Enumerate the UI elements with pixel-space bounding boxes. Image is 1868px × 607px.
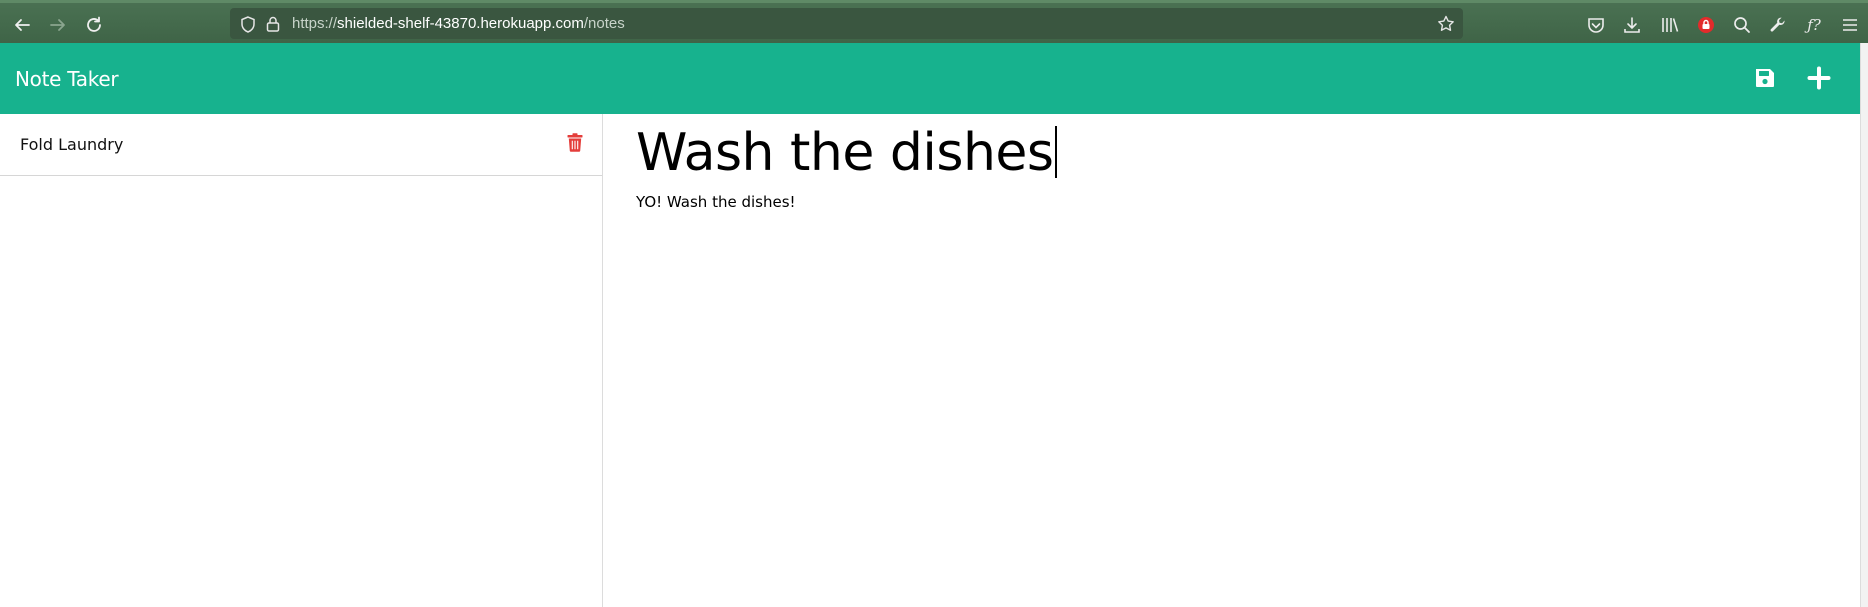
notes-list: Fold Laundry — [0, 114, 603, 607]
browser-toolbar: https://shielded-shelf-43870.herokuapp.c… — [0, 0, 1868, 43]
url-prefix: https:// — [292, 15, 338, 32]
trash-icon — [567, 132, 583, 152]
url-text[interactable]: https://shielded-shelf-43870.herokuapp.c… — [292, 15, 625, 32]
pocket-button[interactable] — [1584, 13, 1608, 37]
extension-button[interactable] — [1694, 13, 1718, 37]
pocket-icon — [1588, 17, 1604, 33]
library-button[interactable] — [1658, 13, 1682, 37]
search-icon — [1734, 17, 1750, 33]
save-note-button[interactable] — [1750, 63, 1780, 93]
lock-icon[interactable] — [264, 15, 282, 33]
reload-button[interactable] — [80, 11, 108, 39]
delete-note-button[interactable] — [565, 131, 585, 153]
hamburger-menu-icon — [1843, 19, 1857, 31]
download-icon — [1624, 17, 1640, 33]
devtools-button[interactable] — [1766, 13, 1790, 37]
note-title-text: Wash the dishes — [636, 123, 1054, 183]
back-button[interactable] — [8, 11, 36, 39]
arrow-right-icon — [50, 19, 65, 31]
reload-icon — [87, 16, 101, 32]
extension-lock-icon — [1698, 17, 1714, 33]
star-icon[interactable] — [1437, 15, 1455, 33]
save-icon — [1756, 69, 1774, 87]
function-button[interactable]: ƒ? — [1802, 13, 1826, 37]
scrollbar[interactable] — [1860, 43, 1868, 607]
app-navbar: Note Taker — [0, 43, 1860, 114]
shield-icon[interactable] — [239, 15, 257, 33]
plus-icon — [1807, 66, 1831, 90]
list-item[interactable]: Fold Laundry — [0, 114, 602, 176]
downloads-button[interactable] — [1620, 13, 1644, 37]
library-icon — [1662, 18, 1679, 32]
menu-button[interactable] — [1838, 13, 1862, 37]
note-text-area[interactable]: YO! Wash the dishes! — [636, 193, 796, 211]
url-path: /notes — [583, 15, 625, 32]
new-note-button[interactable] — [1804, 63, 1834, 93]
note-title[interactable]: Fold Laundry — [20, 135, 123, 154]
wrench-icon — [1770, 17, 1785, 32]
url-domain: shielded-shelf-43870.herokuapp.com — [337, 15, 584, 32]
address-bar[interactable]: https://shielded-shelf-43870.herokuapp.c… — [230, 8, 1463, 39]
text-caret — [1054, 126, 1057, 178]
note-title-input[interactable]: Wash the dishes — [636, 121, 1057, 185]
app-title[interactable]: Note Taker — [15, 67, 119, 91]
arrow-left-icon — [15, 19, 30, 31]
forward-button[interactable] — [44, 11, 72, 39]
function-icon: ƒ? — [1807, 16, 1821, 34]
search-button[interactable] — [1730, 13, 1754, 37]
